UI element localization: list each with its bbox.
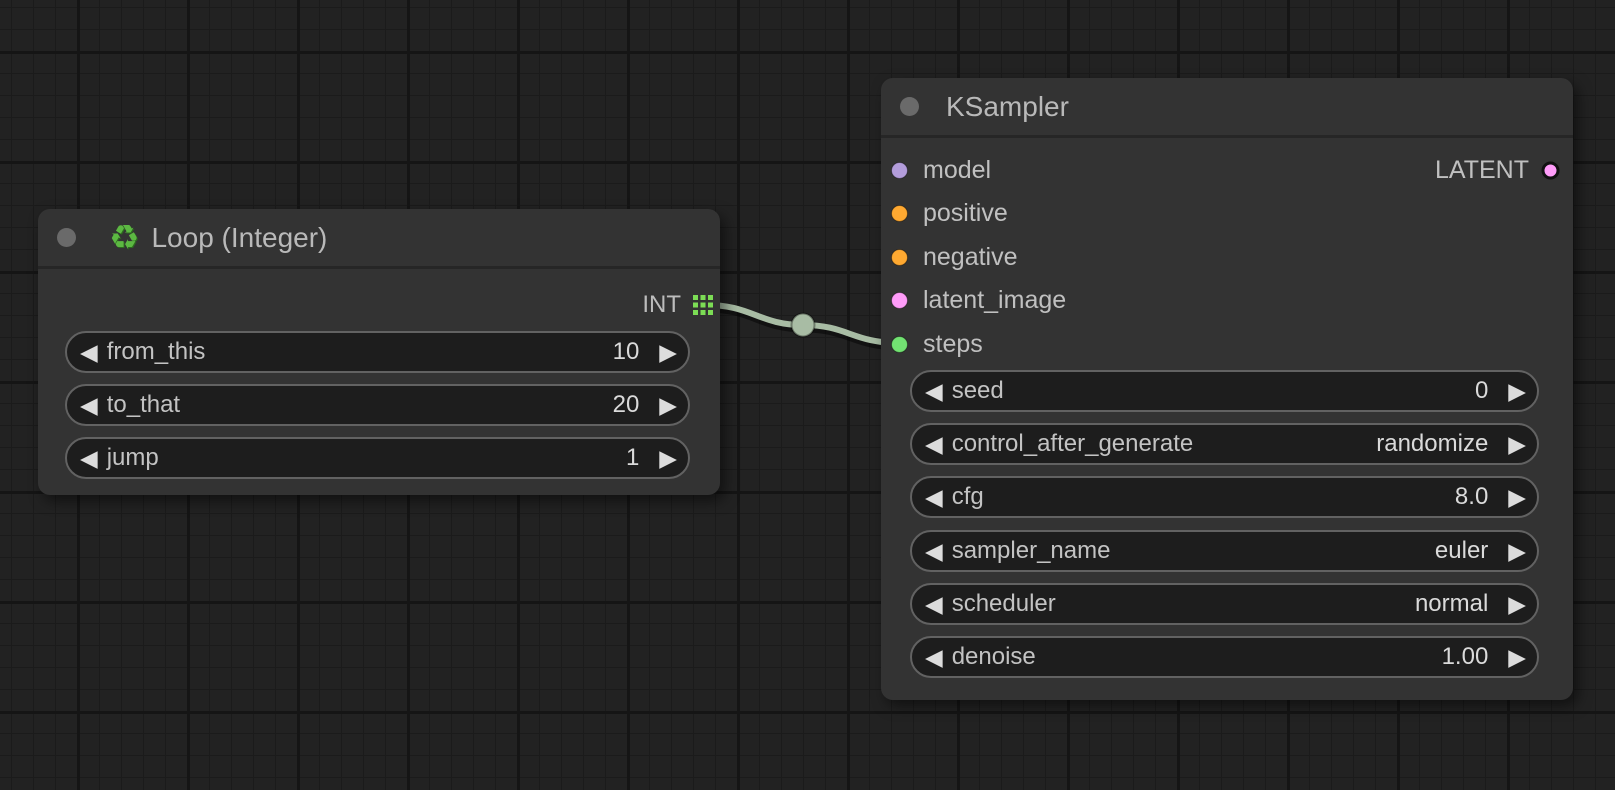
input-row-steps[interactable]: steps — [891, 331, 983, 357]
loop-node-title: Loop (Integer) — [151, 222, 327, 254]
widget-value[interactable]: normal — [1415, 590, 1488, 618]
increment-arrow-icon[interactable]: ▶ — [1508, 433, 1526, 456]
widget-value[interactable]: randomize — [1376, 430, 1488, 458]
decrement-arrow-icon[interactable]: ◀ — [925, 593, 943, 616]
model-input-label: model — [923, 156, 991, 185]
ksampler-node-title: KSampler — [946, 91, 1069, 123]
input-row-negative[interactable]: negative — [891, 244, 1018, 270]
latent-image-input-slot[interactable] — [891, 292, 908, 309]
positive-input-slot[interactable] — [891, 205, 908, 222]
decrement-arrow-icon[interactable]: ◀ — [925, 433, 943, 456]
negative-input-slot[interactable] — [891, 249, 908, 266]
widget-denoise[interactable]: ◀ denoise 1.00 ▶ — [910, 636, 1539, 678]
decrement-arrow-icon[interactable]: ◀ — [80, 341, 98, 364]
widget-seed[interactable]: ◀ seed 0 ▶ — [910, 370, 1539, 412]
widget-scheduler[interactable]: ◀ scheduler normal ▶ — [910, 583, 1539, 625]
collapse-dot[interactable] — [57, 228, 76, 247]
widget-label: to_that — [107, 391, 180, 419]
widget-label: cfg — [952, 483, 984, 511]
decrement-arrow-icon[interactable]: ◀ — [80, 447, 98, 470]
output-row-latent[interactable]: LATENT — [1435, 157, 1560, 183]
widget-control-after-generate[interactable]: ◀ control_after_generate randomize ▶ — [910, 423, 1539, 465]
node-ksampler[interactable]: KSampler model positive negative la — [881, 78, 1573, 700]
link-wire-shadow — [704, 308, 901, 346]
widget-value[interactable]: 1 — [626, 444, 639, 472]
decrement-arrow-icon[interactable]: ◀ — [925, 540, 943, 563]
link-midpoint-dot[interactable] — [792, 314, 815, 337]
int-output-label: INT — [642, 291, 681, 319]
increment-arrow-icon[interactable]: ▶ — [659, 394, 677, 417]
decrement-arrow-icon[interactable]: ◀ — [80, 394, 98, 417]
widget-label: jump — [107, 444, 159, 472]
loop-output-row: INT — [642, 292, 713, 318]
widget-label: control_after_generate — [952, 430, 1194, 458]
input-row-positive[interactable]: positive — [891, 200, 1008, 226]
widget-value[interactable]: 10 — [613, 338, 640, 366]
link-wire[interactable] — [703, 305, 900, 343]
increment-arrow-icon[interactable]: ▶ — [659, 447, 677, 470]
negative-input-label: negative — [923, 243, 1018, 272]
input-row-latent-image[interactable]: latent_image — [891, 287, 1066, 313]
widget-value[interactable]: 1.00 — [1442, 643, 1489, 671]
latent-image-input-label: latent_image — [923, 286, 1066, 315]
widget-label: denoise — [952, 643, 1036, 671]
steps-input-slot[interactable] — [891, 336, 908, 353]
model-input-slot[interactable] — [891, 162, 908, 179]
widget-label: sampler_name — [952, 537, 1111, 565]
node-graph-canvas[interactable]: ♻ Loop (Integer) INT ◀ from_this 10 ▶ — [0, 0, 1615, 790]
increment-arrow-icon[interactable]: ▶ — [1508, 540, 1526, 563]
decrement-arrow-icon[interactable]: ◀ — [925, 380, 943, 403]
increment-arrow-icon[interactable]: ▶ — [1508, 486, 1526, 509]
widget-label: scheduler — [952, 590, 1056, 618]
loop-node-header[interactable]: ♻ Loop (Integer) — [38, 209, 720, 269]
decrement-arrow-icon[interactable]: ◀ — [925, 646, 943, 669]
input-row-model[interactable]: model — [891, 157, 991, 183]
widget-value[interactable]: 0 — [1475, 377, 1488, 405]
decrement-arrow-icon[interactable]: ◀ — [925, 486, 943, 509]
increment-arrow-icon[interactable]: ▶ — [1508, 380, 1526, 403]
recycle-icon: ♻ — [109, 221, 139, 255]
latent-output-label: LATENT — [1435, 156, 1529, 185]
increment-arrow-icon[interactable]: ▶ — [1508, 646, 1526, 669]
widget-to-that[interactable]: ◀ to_that 20 ▶ — [65, 384, 690, 426]
increment-arrow-icon[interactable]: ▶ — [659, 341, 677, 364]
widget-value[interactable]: 20 — [613, 391, 640, 419]
positive-input-label: positive — [923, 199, 1008, 228]
ksampler-node-header[interactable]: KSampler — [881, 78, 1573, 138]
latent-output-slot[interactable] — [1541, 161, 1560, 180]
int-output-slot-grid-icon[interactable] — [693, 295, 713, 315]
widget-label: seed — [952, 377, 1004, 405]
widget-jump[interactable]: ◀ jump 1 ▶ — [65, 437, 690, 479]
widget-cfg[interactable]: ◀ cfg 8.0 ▶ — [910, 476, 1539, 518]
widget-label: from_this — [107, 338, 206, 366]
widget-value[interactable]: 8.0 — [1455, 483, 1488, 511]
collapse-dot[interactable] — [900, 97, 919, 116]
steps-input-label: steps — [923, 330, 983, 359]
widget-value[interactable]: euler — [1435, 537, 1488, 565]
node-loop-integer[interactable]: ♻ Loop (Integer) INT ◀ from_this 10 ▶ — [38, 209, 720, 495]
widget-sampler-name[interactable]: ◀ sampler_name euler ▶ — [910, 530, 1539, 572]
increment-arrow-icon[interactable]: ▶ — [1508, 593, 1526, 616]
widget-from-this[interactable]: ◀ from_this 10 ▶ — [65, 331, 690, 373]
